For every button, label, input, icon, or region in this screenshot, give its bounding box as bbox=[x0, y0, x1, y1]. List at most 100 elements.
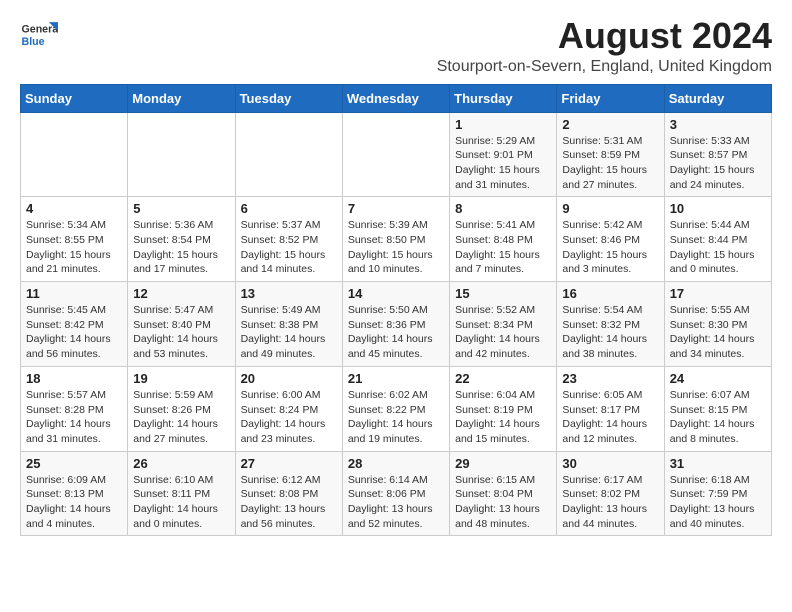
day-info: Sunrise: 6:00 AM Sunset: 8:24 PM Dayligh… bbox=[241, 388, 337, 447]
day-number: 14 bbox=[348, 286, 444, 301]
logo-icon: General Blue bbox=[20, 16, 58, 54]
day-info: Sunrise: 5:41 AM Sunset: 8:48 PM Dayligh… bbox=[455, 218, 551, 277]
day-cell: 26 Sunrise: 6:10 AM Sunset: 8:11 PM Dayli… bbox=[128, 451, 235, 536]
day-info: Sunrise: 5:55 AM Sunset: 8:30 PM Dayligh… bbox=[670, 303, 766, 362]
day-number: 26 bbox=[133, 456, 229, 471]
day-cell: 8 Sunrise: 5:41 AM Sunset: 8:48 PM Daylig… bbox=[450, 197, 557, 282]
day-cell: 7 Sunrise: 5:39 AM Sunset: 8:50 PM Daylig… bbox=[342, 197, 449, 282]
day-info: Sunrise: 5:36 AM Sunset: 8:54 PM Dayligh… bbox=[133, 218, 229, 277]
day-number: 23 bbox=[562, 371, 658, 386]
day-number: 29 bbox=[455, 456, 551, 471]
day-number: 17 bbox=[670, 286, 766, 301]
day-number: 1 bbox=[455, 117, 551, 132]
month-title: August 2024 bbox=[437, 16, 772, 56]
weekday-header-sunday: Sunday bbox=[21, 84, 128, 112]
day-number: 11 bbox=[26, 286, 122, 301]
weekday-header-wednesday: Wednesday bbox=[342, 84, 449, 112]
day-info: Sunrise: 5:31 AM Sunset: 8:59 PM Dayligh… bbox=[562, 134, 658, 193]
day-cell: 6 Sunrise: 5:37 AM Sunset: 8:52 PM Daylig… bbox=[235, 197, 342, 282]
day-info: Sunrise: 5:44 AM Sunset: 8:44 PM Dayligh… bbox=[670, 218, 766, 277]
day-cell: 5 Sunrise: 5:36 AM Sunset: 8:54 PM Daylig… bbox=[128, 197, 235, 282]
day-cell: 24Sunrise: 6:07 AM Sunset: 8:15 PM Dayli… bbox=[664, 366, 771, 451]
day-cell: 10 Sunrise: 5:44 AM Sunset: 8:44 PM Dayli… bbox=[664, 197, 771, 282]
week-row-3: 11 Sunrise: 5:45 AM Sunset: 8:42 PM Dayli… bbox=[21, 282, 772, 367]
day-number: 10 bbox=[670, 201, 766, 216]
day-cell bbox=[342, 112, 449, 197]
day-info: Sunrise: 5:52 AM Sunset: 8:34 PM Dayligh… bbox=[455, 303, 551, 362]
day-number: 5 bbox=[133, 201, 229, 216]
day-cell: 30 Sunrise: 6:17 AM Sunset: 8:02 PM Dayli… bbox=[557, 451, 664, 536]
day-cell: 11 Sunrise: 5:45 AM Sunset: 8:42 PM Dayli… bbox=[21, 282, 128, 367]
day-info: Sunrise: 6:17 AM Sunset: 8:02 PM Dayligh… bbox=[562, 473, 658, 532]
day-number: 3 bbox=[670, 117, 766, 132]
day-info: Sunrise: 6:15 AM Sunset: 8:04 PM Dayligh… bbox=[455, 473, 551, 532]
day-cell: 25Sunrise: 6:09 AM Sunset: 8:13 PM Dayli… bbox=[21, 451, 128, 536]
day-number: 12 bbox=[133, 286, 229, 301]
week-row-1: 1 Sunrise: 5:29 AM Sunset: 9:01 PM Daylig… bbox=[21, 112, 772, 197]
day-number: 24 bbox=[670, 371, 766, 386]
day-cell: 18 Sunrise: 5:57 AM Sunset: 8:28 PM Dayli… bbox=[21, 366, 128, 451]
day-cell: 3Sunrise: 5:33 AM Sunset: 8:57 PM Daylig… bbox=[664, 112, 771, 197]
day-number: 16 bbox=[562, 286, 658, 301]
day-cell: 19 Sunrise: 5:59 AM Sunset: 8:26 PM Dayli… bbox=[128, 366, 235, 451]
day-info: Sunrise: 5:42 AM Sunset: 8:46 PM Dayligh… bbox=[562, 218, 658, 277]
day-cell: 20 Sunrise: 6:00 AM Sunset: 8:24 PM Dayli… bbox=[235, 366, 342, 451]
location-title: Stourport-on-Severn, England, United Kin… bbox=[437, 58, 772, 76]
weekday-header-row: SundayMondayTuesdayWednesdayThursdayFrid… bbox=[21, 84, 772, 112]
day-info: Sunrise: 6:09 AM Sunset: 8:13 PM Dayligh… bbox=[26, 473, 122, 532]
day-number: 31 bbox=[670, 456, 766, 471]
day-info: Sunrise: 5:39 AM Sunset: 8:50 PM Dayligh… bbox=[348, 218, 444, 277]
day-info: Sunrise: 5:57 AM Sunset: 8:28 PM Dayligh… bbox=[26, 388, 122, 447]
day-cell: 31 Sunrise: 6:18 AM Sunset: 7:59 PM Dayli… bbox=[664, 451, 771, 536]
day-info: Sunrise: 6:10 AM Sunset: 8:11 PM Dayligh… bbox=[133, 473, 229, 532]
day-info: Sunrise: 5:45 AM Sunset: 8:42 PM Dayligh… bbox=[26, 303, 122, 362]
calendar-table: SundayMondayTuesdayWednesdayThursdayFrid… bbox=[20, 84, 772, 537]
day-cell: 12Sunrise: 5:47 AM Sunset: 8:40 PM Dayli… bbox=[128, 282, 235, 367]
day-number: 20 bbox=[241, 371, 337, 386]
day-info: Sunrise: 5:37 AM Sunset: 8:52 PM Dayligh… bbox=[241, 218, 337, 277]
day-cell bbox=[21, 112, 128, 197]
day-number: 13 bbox=[241, 286, 337, 301]
day-info: Sunrise: 5:49 AM Sunset: 8:38 PM Dayligh… bbox=[241, 303, 337, 362]
svg-text:Blue: Blue bbox=[22, 36, 45, 48]
day-number: 19 bbox=[133, 371, 229, 386]
day-info: Sunrise: 6:14 AM Sunset: 8:06 PM Dayligh… bbox=[348, 473, 444, 532]
day-info: Sunrise: 6:18 AM Sunset: 7:59 PM Dayligh… bbox=[670, 473, 766, 532]
day-number: 9 bbox=[562, 201, 658, 216]
day-info: Sunrise: 6:02 AM Sunset: 8:22 PM Dayligh… bbox=[348, 388, 444, 447]
day-info: Sunrise: 5:54 AM Sunset: 8:32 PM Dayligh… bbox=[562, 303, 658, 362]
day-number: 21 bbox=[348, 371, 444, 386]
page-header: General Blue August 2024 Stourport-on-Se… bbox=[20, 16, 772, 76]
day-cell: 4 Sunrise: 5:34 AM Sunset: 8:55 PM Daylig… bbox=[21, 197, 128, 282]
day-number: 30 bbox=[562, 456, 658, 471]
day-info: Sunrise: 5:29 AM Sunset: 9:01 PM Dayligh… bbox=[455, 134, 551, 193]
day-cell: 13 Sunrise: 5:49 AM Sunset: 8:38 PM Dayli… bbox=[235, 282, 342, 367]
day-number: 18 bbox=[26, 371, 122, 386]
day-info: Sunrise: 6:04 AM Sunset: 8:19 PM Dayligh… bbox=[455, 388, 551, 447]
day-cell: 14 Sunrise: 5:50 AM Sunset: 8:36 PM Dayli… bbox=[342, 282, 449, 367]
day-number: 2 bbox=[562, 117, 658, 132]
day-number: 6 bbox=[241, 201, 337, 216]
weekday-header-friday: Friday bbox=[557, 84, 664, 112]
week-row-5: 25Sunrise: 6:09 AM Sunset: 8:13 PM Dayli… bbox=[21, 451, 772, 536]
day-number: 28 bbox=[348, 456, 444, 471]
day-info: Sunrise: 5:34 AM Sunset: 8:55 PM Dayligh… bbox=[26, 218, 122, 277]
weekday-header-saturday: Saturday bbox=[664, 84, 771, 112]
day-number: 4 bbox=[26, 201, 122, 216]
day-info: Sunrise: 6:12 AM Sunset: 8:08 PM Dayligh… bbox=[241, 473, 337, 532]
day-cell: 17 Sunrise: 5:55 AM Sunset: 8:30 PM Dayli… bbox=[664, 282, 771, 367]
day-number: 22 bbox=[455, 371, 551, 386]
day-number: 8 bbox=[455, 201, 551, 216]
day-info: Sunrise: 6:05 AM Sunset: 8:17 PM Dayligh… bbox=[562, 388, 658, 447]
day-info: Sunrise: 5:50 AM Sunset: 8:36 PM Dayligh… bbox=[348, 303, 444, 362]
title-section: August 2024 Stourport-on-Severn, England… bbox=[437, 16, 772, 76]
day-cell: 22 Sunrise: 6:04 AM Sunset: 8:19 PM Dayli… bbox=[450, 366, 557, 451]
logo: General Blue bbox=[20, 16, 58, 54]
day-cell: 29 Sunrise: 6:15 AM Sunset: 8:04 PM Dayli… bbox=[450, 451, 557, 536]
day-cell bbox=[235, 112, 342, 197]
day-number: 7 bbox=[348, 201, 444, 216]
day-cell: 21 Sunrise: 6:02 AM Sunset: 8:22 PM Dayli… bbox=[342, 366, 449, 451]
day-info: Sunrise: 5:59 AM Sunset: 8:26 PM Dayligh… bbox=[133, 388, 229, 447]
day-cell: 15Sunrise: 5:52 AM Sunset: 8:34 PM Dayli… bbox=[450, 282, 557, 367]
week-row-4: 18 Sunrise: 5:57 AM Sunset: 8:28 PM Dayli… bbox=[21, 366, 772, 451]
